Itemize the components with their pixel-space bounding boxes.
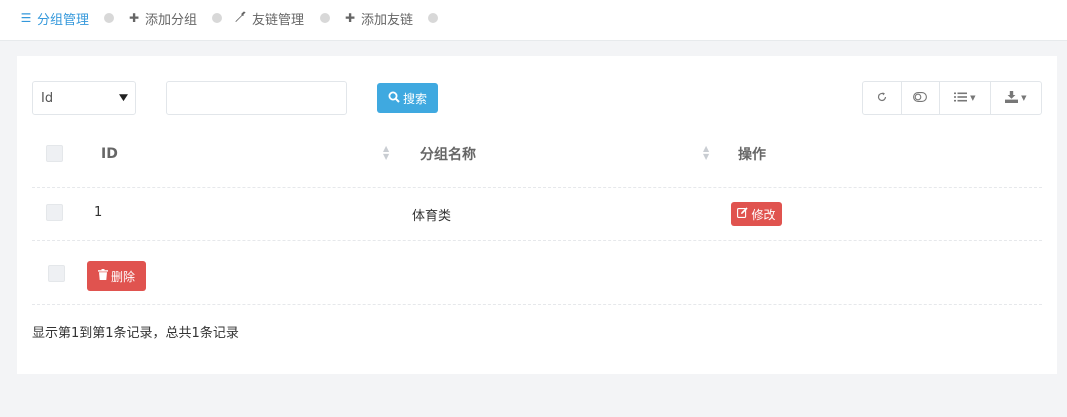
pagination-info: 显示第1到第1条记录，总共1条记录	[32, 326, 239, 341]
toggle-view-button[interactable]	[902, 82, 941, 114]
list-icon: ☰	[20, 11, 32, 25]
divider	[32, 304, 1042, 305]
search-input[interactable]	[166, 81, 347, 115]
refresh-button[interactable]	[863, 82, 902, 114]
plus-icon: ✚	[128, 11, 140, 25]
tab-close-dot[interactable]	[320, 13, 330, 23]
export-dropdown-button[interactable]: ▼	[991, 82, 1041, 114]
select-value: Id	[41, 90, 54, 106]
search-field-select[interactable]: Id ▼	[32, 81, 136, 115]
tab-label: 添加分组	[145, 12, 198, 28]
table-toolbar: ▼ ▼	[862, 81, 1042, 115]
edit-button[interactable]: 修改	[731, 202, 782, 226]
top-tab-bar: ☰ 分组管理 ✚ 添加分组 友链管理 ✚ 添加友链	[0, 0, 1067, 41]
tab-label: 添加友链	[361, 12, 414, 28]
edit-icon	[737, 207, 749, 221]
select-all-checkbox[interactable]	[46, 145, 63, 162]
caret-down-icon: ▼	[970, 94, 976, 102]
tab-group-management[interactable]: ☰ 分组管理	[19, 0, 89, 36]
trash-icon	[97, 269, 108, 283]
content-panel: Id ▼ 搜索 ▼ ▼ ID ▲ ▼ 分组名称 ▲ ▼ 操作 1 体育类 修改 …	[17, 56, 1057, 374]
chevron-down-icon: ▼	[119, 93, 129, 103]
tab-close-dot[interactable]	[428, 13, 438, 23]
column-header-actions: 操作	[738, 147, 766, 163]
tab-label: 分组管理	[37, 12, 90, 28]
column-header-group-name[interactable]: 分组名称	[420, 144, 476, 164]
bulk-select-checkbox[interactable]	[48, 265, 65, 282]
row-group-name: 体育类	[412, 209, 452, 224]
tab-add-link[interactable]: ✚ 添加友链	[343, 0, 413, 36]
search-button[interactable]: 搜索	[377, 83, 438, 113]
export-icon	[1005, 90, 1019, 106]
tab-close-dot[interactable]	[212, 13, 222, 23]
search-icon	[388, 91, 400, 106]
columns-dropdown-button[interactable]: ▼	[940, 82, 991, 114]
row-checkbox[interactable]	[46, 204, 63, 221]
divider	[32, 240, 1042, 241]
column-header-id[interactable]: ID	[101, 144, 118, 164]
caret-down-icon: ▼	[1021, 94, 1027, 102]
sort-icon[interactable]: ▲ ▼	[383, 145, 389, 161]
edit-button-label: 修改	[751, 207, 776, 222]
toggle-icon	[913, 91, 928, 105]
columns-icon	[954, 91, 968, 105]
plus-icon: ✚	[344, 11, 356, 25]
delete-button[interactable]: 删除	[87, 261, 146, 291]
delete-button-label: 删除	[110, 269, 135, 284]
refresh-icon	[876, 91, 888, 106]
tab-add-group[interactable]: ✚ 添加分组	[127, 0, 197, 36]
wrench-icon	[234, 11, 248, 26]
sort-icon[interactable]: ▲ ▼	[703, 145, 709, 161]
search-button-label: 搜索	[402, 91, 427, 106]
tab-link-management[interactable]: 友链管理	[234, 0, 304, 36]
row-id: 1	[94, 205, 103, 220]
tab-label: 友链管理	[252, 12, 305, 28]
divider	[32, 187, 1042, 188]
tab-close-dot[interactable]	[104, 13, 114, 23]
